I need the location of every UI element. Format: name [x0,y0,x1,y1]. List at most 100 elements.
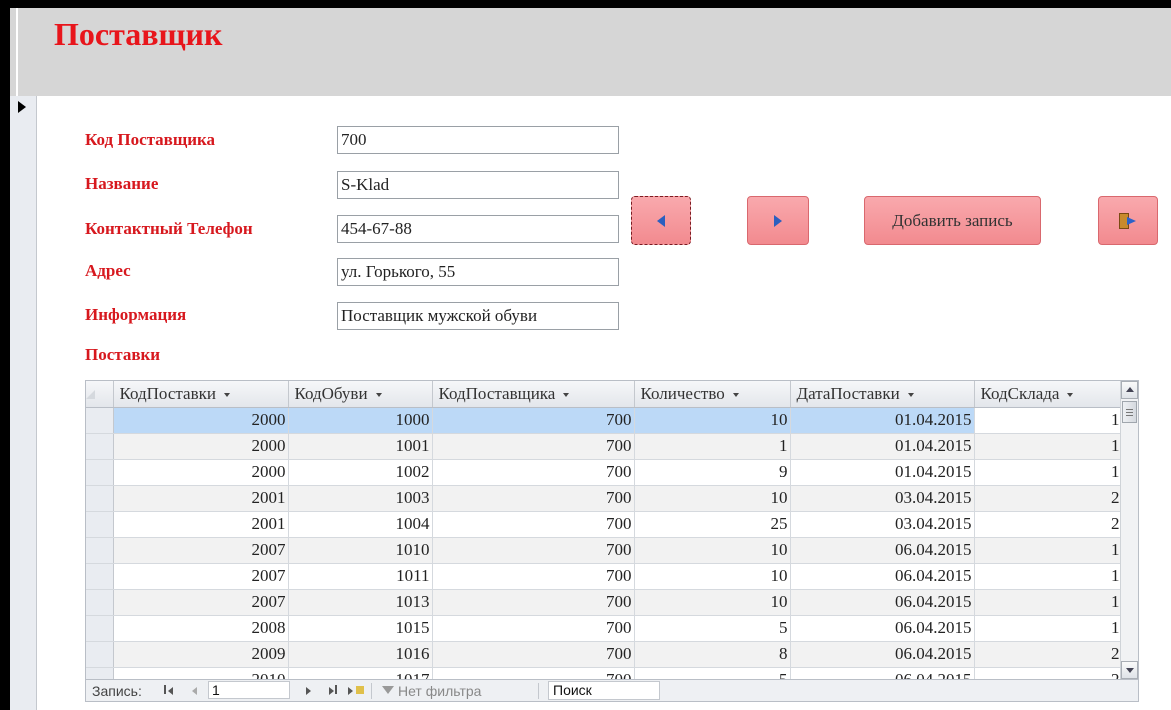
table-cell[interactable]: 700 [432,537,635,564]
table-cell[interactable]: 06.04.2015 [790,615,975,642]
info-field[interactable]: Поставщик мужской обуви [337,302,619,330]
table-cell[interactable]: 2 [974,485,1123,512]
table-cell[interactable]: 03.04.2015 [790,485,975,512]
table-cell[interactable]: 03.04.2015 [790,511,975,538]
table-cell[interactable]: 700 [432,667,635,679]
add-record-button[interactable]: Добавить запись [864,196,1041,245]
table-row[interactable]: 2001 1004 700 25 03.04.2015 2 [86,511,1123,538]
table-cell[interactable]: 1 [634,433,791,460]
phone-field[interactable]: 454-67-88 [337,215,619,243]
table-cell[interactable]: 5 [634,667,791,679]
row-selector[interactable] [86,589,114,616]
supplier-code-field[interactable]: 700 [337,126,619,154]
table-row[interactable]: 2008 1015 700 5 06.04.2015 1 [86,615,1123,642]
table-cell[interactable]: 10 [634,589,791,616]
row-selector[interactable] [86,537,114,564]
column-header[interactable]: КодПоставщика [432,381,635,408]
prev-record-button[interactable] [631,196,691,245]
table-cell[interactable]: 06.04.2015 [790,563,975,590]
table-cell[interactable]: 10 [634,563,791,590]
current-record-input[interactable]: 1 [208,681,290,699]
table-row[interactable]: 2000 1001 700 1 01.04.2015 1 [86,433,1123,460]
table-cell[interactable]: 1017 [288,667,433,679]
table-cell[interactable]: 1010 [288,537,433,564]
table-cell[interactable]: 06.04.2015 [790,641,975,668]
name-field[interactable]: S-Klad [337,171,619,199]
first-record-button[interactable] [168,687,173,695]
table-cell[interactable]: 2 [974,511,1123,538]
table-cell[interactable]: 1 [974,459,1123,486]
grid-vertical-scrollbar[interactable] [1120,381,1138,679]
table-cell[interactable]: 1 [974,433,1123,460]
table-cell[interactable]: 2000 [113,433,289,460]
row-selector[interactable] [86,407,114,434]
table-cell[interactable]: 700 [432,433,635,460]
row-selector[interactable] [86,433,114,460]
last-record-button[interactable] [329,687,334,695]
table-cell[interactable]: 10 [634,485,791,512]
row-selector[interactable] [86,641,114,668]
table-row[interactable]: 2007 1013 700 10 06.04.2015 1 [86,589,1123,616]
table-row[interactable]: 2007 1011 700 10 06.04.2015 1 [86,563,1123,590]
new-record-button[interactable] [348,687,353,695]
table-cell[interactable]: 1013 [288,589,433,616]
column-header[interactable]: Количество [634,381,791,408]
table-cell[interactable]: 1 [974,537,1123,564]
table-cell[interactable]: 01.04.2015 [790,433,975,460]
table-cell[interactable]: 1002 [288,459,433,486]
table-cell[interactable]: 1015 [288,615,433,642]
no-filter-button[interactable]: Нет фильтра [398,683,481,699]
table-cell[interactable]: 1 [974,563,1123,590]
table-row[interactable]: 2007 1010 700 10 06.04.2015 1 [86,537,1123,564]
row-selector[interactable] [86,459,114,486]
table-cell[interactable]: 1003 [288,485,433,512]
table-cell[interactable]: 2 [974,641,1123,668]
table-cell[interactable]: 2007 [113,537,289,564]
table-row[interactable]: 2000 1002 700 9 01.04.2015 1 [86,459,1123,486]
row-selector[interactable] [86,563,114,590]
table-cell[interactable]: 2001 [113,511,289,538]
select-all-corner[interactable] [86,381,114,408]
column-header[interactable]: КодПоставки [113,381,289,408]
table-row[interactable]: 2010 1017 700 5 06.04.2015 2 [86,667,1123,679]
table-cell[interactable]: 700 [432,615,635,642]
table-cell[interactable]: 2007 [113,589,289,616]
table-cell[interactable]: 25 [634,511,791,538]
table-cell[interactable]: 700 [432,485,635,512]
row-selector[interactable] [86,667,114,679]
scroll-up-button[interactable] [1121,381,1138,399]
table-cell[interactable]: 2000 [113,407,289,434]
table-cell[interactable]: 700 [432,563,635,590]
row-selector[interactable] [86,511,114,538]
table-cell[interactable]: 2008 [113,615,289,642]
table-cell[interactable]: 1 [974,589,1123,616]
table-cell[interactable]: 5 [634,615,791,642]
table-cell[interactable]: 2 [974,667,1123,679]
table-cell[interactable]: 1011 [288,563,433,590]
table-cell[interactable]: 1001 [288,433,433,460]
table-cell[interactable]: 2000 [113,459,289,486]
search-input[interactable]: Поиск [548,681,660,700]
table-cell[interactable]: 700 [432,511,635,538]
column-header[interactable]: КодСклада [974,381,1123,408]
table-cell[interactable]: 2001 [113,485,289,512]
exit-button[interactable] [1098,196,1158,245]
record-selector[interactable] [10,96,37,710]
column-header[interactable]: КодОбуви [288,381,433,408]
table-cell[interactable]: 2010 [113,667,289,679]
table-cell[interactable]: 700 [432,641,635,668]
table-cell[interactable]: 10 [634,407,791,434]
column-header[interactable]: ДатаПоставки [790,381,975,408]
row-selector[interactable] [86,485,114,512]
row-selector[interactable] [86,615,114,642]
table-row[interactable]: 2000 1000 700 10 01.04.2015 1 [86,407,1123,434]
table-cell[interactable]: 01.04.2015 [790,459,975,486]
prev-record-nav-button[interactable] [192,687,197,695]
table-cell[interactable]: 700 [432,459,635,486]
table-cell[interactable]: 1016 [288,641,433,668]
table-cell[interactable]: 2007 [113,563,289,590]
table-cell[interactable]: 1000 [288,407,433,434]
table-cell[interactable]: 9 [634,459,791,486]
address-field[interactable]: ул. Горького, 55 [337,258,619,286]
table-cell[interactable]: 2009 [113,641,289,668]
